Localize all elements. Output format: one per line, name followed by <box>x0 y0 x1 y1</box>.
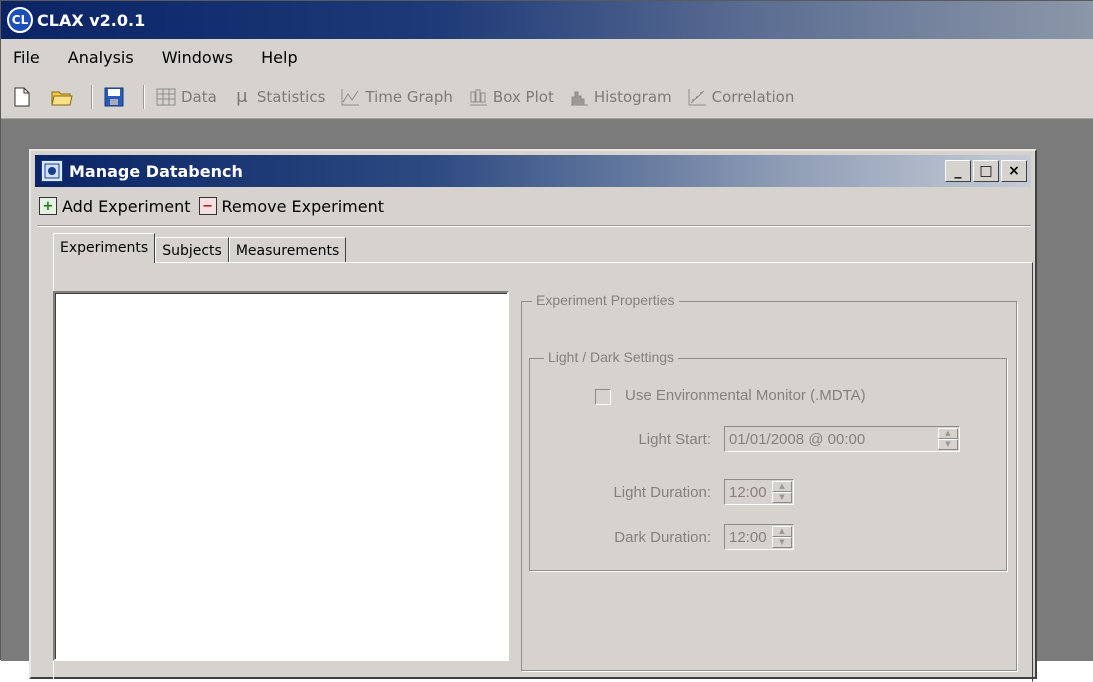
app-titlebar[interactable]: CL CLAX v2.0.1 <box>1 1 1093 39</box>
box-plot-label: Box Plot <box>492 87 554 106</box>
menu-windows[interactable]: Windows <box>162 48 233 67</box>
add-experiment-button[interactable]: + Add Experiment <box>39 197 191 216</box>
data-button[interactable]: Data <box>155 86 217 108</box>
tab-strip: Experiments Subjects Measurements <box>53 233 347 263</box>
light-duration-arrows[interactable]: ▲ ▼ <box>772 481 792 503</box>
box-plot-icon <box>467 86 489 108</box>
dark-duration-value: 12:00 <box>729 528 767 546</box>
light-start-label: Light Start: <box>638 431 711 448</box>
databench-icon <box>41 160 63 182</box>
save-disk-icon <box>103 86 125 108</box>
histogram-icon <box>568 86 590 108</box>
light-dark-settings-legend: Light / Dark Settings <box>544 349 679 365</box>
dark-duration-spinner[interactable]: 12:00 ▲ ▼ <box>724 524 794 550</box>
child-titlebar[interactable]: Manage Databench _ □ × <box>35 155 1031 187</box>
clax-logo-icon: CL <box>7 7 33 33</box>
down-arrow-icon[interactable]: ▼ <box>938 439 958 450</box>
remove-experiment-label: Remove Experiment <box>221 196 384 216</box>
menu-bar: File Analysis Windows Help <box>1 39 1093 75</box>
app-title: CLAX v2.0.1 <box>37 10 146 30</box>
databench-toolbar: + Add Experiment − Remove Experiment <box>39 191 392 221</box>
use-environmental-monitor-label: Use Environmental Monitor (.MDTA) <box>625 387 866 404</box>
toolbar-separator <box>91 84 93 109</box>
light-duration-label: Light Duration: <box>613 484 711 501</box>
menu-help[interactable]: Help <box>261 48 297 67</box>
dark-duration-arrows[interactable]: ▲ ▼ <box>772 526 792 548</box>
up-arrow-icon[interactable]: ▲ <box>772 526 792 537</box>
up-arrow-icon[interactable]: ▲ <box>772 481 792 492</box>
menu-analysis[interactable]: Analysis <box>68 48 134 67</box>
down-arrow-icon[interactable]: ▼ <box>772 492 792 503</box>
minimize-button[interactable]: _ <box>945 160 971 182</box>
light-duration-value: 12:00 <box>729 483 767 501</box>
open-folder-icon <box>51 86 73 108</box>
time-graph-button[interactable]: Time Graph <box>339 86 453 108</box>
close-button[interactable]: × <box>1001 160 1027 182</box>
dark-duration-label: Dark Duration: <box>614 529 711 546</box>
tab-measurements[interactable]: Measurements <box>228 237 347 263</box>
add-experiment-label: Add Experiment <box>62 196 191 216</box>
down-arrow-icon[interactable]: ▼ <box>772 537 792 548</box>
tab-experiments[interactable]: Experiments <box>53 233 156 263</box>
window-controls: _ □ × <box>945 160 1027 182</box>
new-file-button[interactable] <box>11 86 37 108</box>
experiments-list[interactable] <box>53 291 509 661</box>
scatter-icon <box>686 86 708 108</box>
maximize-button[interactable]: □ <box>973 160 999 182</box>
use-environmental-monitor-checkbox[interactable] <box>595 389 611 405</box>
statistics-label: Statistics <box>256 87 326 106</box>
menu-file[interactable]: File <box>13 48 40 67</box>
time-graph-label: Time Graph <box>365 87 453 106</box>
correlation-label: Correlation <box>711 87 795 106</box>
light-start-value: 01/01/2008 @ 00:00 <box>729 430 866 448</box>
tab-subjects[interactable]: Subjects <box>155 237 229 263</box>
new-file-icon <box>11 86 33 108</box>
remove-experiment-button[interactable]: − Remove Experiment <box>198 196 384 216</box>
histogram-label: Histogram <box>593 87 672 106</box>
line-graph-icon <box>339 86 361 108</box>
box-plot-button[interactable]: Box Plot <box>467 86 554 108</box>
histogram-button[interactable]: Histogram <box>568 86 672 108</box>
experiment-properties-legend: Experiment Properties <box>532 292 679 308</box>
statistics-button[interactable]: μ Statistics <box>231 86 326 108</box>
remove-icon: − <box>198 197 217 215</box>
save-button[interactable] <box>103 86 129 108</box>
toolbar-separator <box>37 225 1031 227</box>
light-start-spinner[interactable]: ▲ ▼ <box>938 428 958 450</box>
child-title: Manage Databench <box>69 161 243 181</box>
light-start-picker[interactable]: 01/01/2008 @ 00:00 ▲ ▼ <box>724 426 960 452</box>
up-arrow-icon[interactable]: ▲ <box>938 428 958 439</box>
correlation-button[interactable]: Correlation <box>686 86 795 108</box>
main-toolbar: Data μ Statistics Time Graph Box Plot Hi… <box>1 75 1093 119</box>
data-label: Data <box>181 87 217 106</box>
light-duration-spinner[interactable]: 12:00 ▲ ▼ <box>724 479 794 505</box>
toolbar-separator <box>143 84 145 109</box>
grid-icon <box>155 86 177 108</box>
open-folder-button[interactable] <box>51 86 77 108</box>
mu-icon: μ <box>236 86 248 107</box>
app-window: CL CLAX v2.0.1 File Analysis Windows Hel… <box>0 0 1093 682</box>
add-icon: + <box>39 197 57 215</box>
